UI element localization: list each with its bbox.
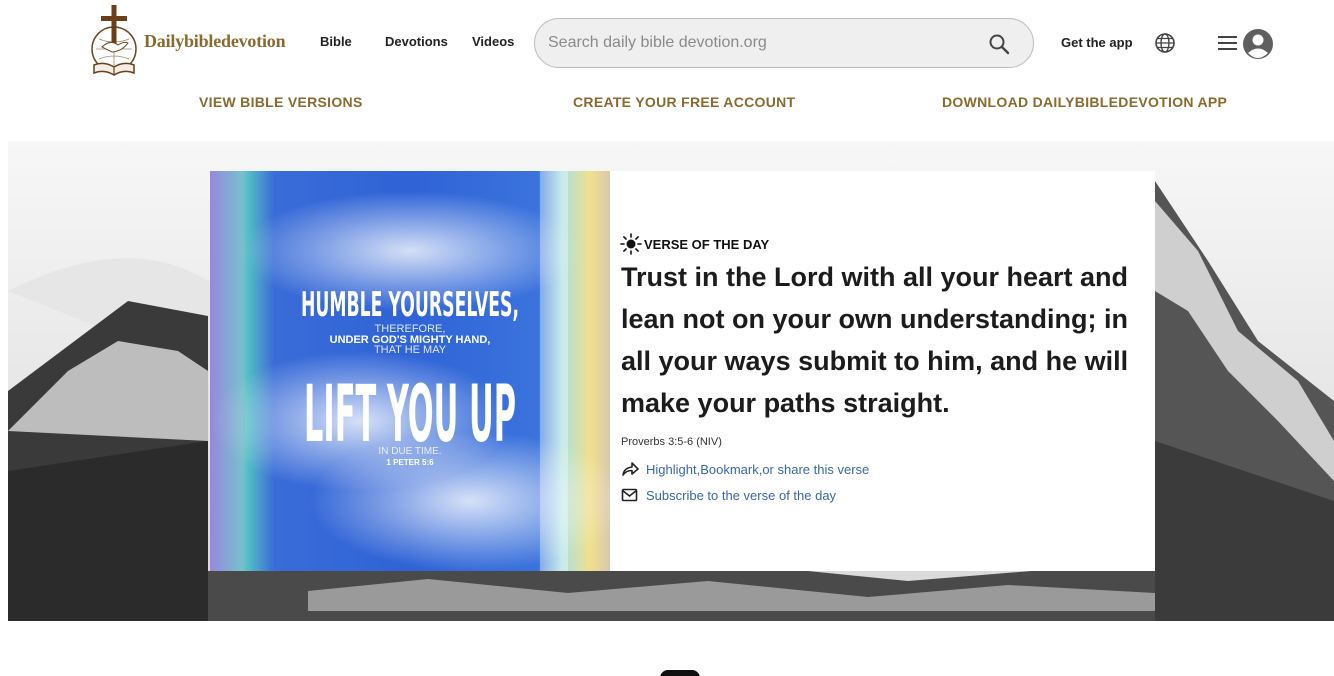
subscribe-verse-label: Subscribe to the verse of the day [646,487,837,503]
user-avatar-icon [1243,29,1273,59]
language-button[interactable] [1154,32,1176,54]
cross-logo-icon [91,5,137,76]
partial-app-icon [660,670,700,676]
globe-icon [1155,33,1175,53]
verse-text: Trust in the Lord with all your heart an… [621,262,1129,418]
create-account-link[interactable]: CREATE YOUR FREE ACCOUNT [573,94,795,110]
nav-videos[interactable]: Videos [472,34,514,49]
nav-devotions[interactable]: Devotions [385,34,448,49]
search-input[interactable] [548,34,968,52]
verse-of-the-day-card: VERSE OF THE DAY Trust in the Lord with … [610,171,1155,571]
mail-icon [621,488,638,502]
verse-image-headline: HUMBLE YOURSELVES, [301,285,519,325]
view-bible-versions-link[interactable]: VIEW BIBLE VERSIONS [199,94,363,110]
site-header: Dailybibledevotion Bible Devotions Video… [0,0,1334,88]
share-verse-label: Highlight,Bookmark,or share this verse [646,461,870,477]
verse-image[interactable]: HUMBLE YOURSELVES, THEREFORE, UNDER GOD'… [210,171,610,571]
nav-bible[interactable]: Bible [320,34,352,49]
verse-image-line6: IN DUE TIME. [378,446,441,457]
share-verse-link[interactable]: Highlight,Bookmark,or share this verse [621,461,869,477]
download-app-link[interactable]: DOWNLOAD DAILYBIBLEDEVOTION APP [942,94,1227,110]
search-bar [534,18,1034,68]
get-the-app-link[interactable]: Get the app [1061,35,1133,50]
sun-icon [620,233,642,255]
brand-name: Dailybibledevotion [144,30,286,51]
search-icon [989,34,1010,55]
share-arrow-icon [622,462,639,476]
account-menu-button[interactable] [1217,28,1275,60]
verse-of-the-day-heading: VERSE OF THE DAY [620,233,769,255]
site-logo[interactable]: Dailybibledevotion [88,3,293,79]
verse-reference: Proverbs 3:5-6 (NIV) [621,436,722,448]
verse-image-line4: THAT HE MAY [374,344,447,356]
hamburger-menu-icon [1218,36,1237,50]
verse-of-the-day-label: VERSE OF THE DAY [644,236,770,252]
verse-image-reference: 1 PETER 5:6 [386,458,434,467]
search-button[interactable] [987,32,1011,56]
subscribe-verse-link[interactable]: Subscribe to the verse of the day [621,487,836,503]
